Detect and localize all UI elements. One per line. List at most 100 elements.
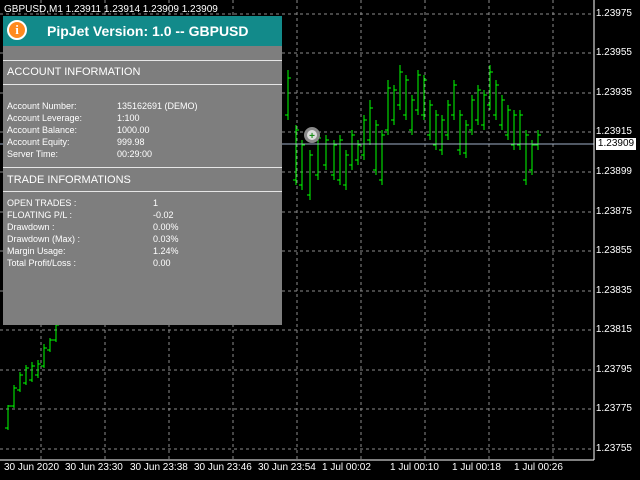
ohlc-bar <box>373 120 379 175</box>
info-value: 00:29:00 <box>117 149 153 159</box>
ohlc-bar <box>307 150 313 200</box>
trade-section-title: TRADE INFORMATIONS <box>7 174 131 186</box>
info-row: Drawdown : 0.00% <box>7 222 277 234</box>
ohlc-bar <box>349 130 355 170</box>
info-value: 999.98 <box>117 137 145 147</box>
ohlc-bar <box>343 150 349 190</box>
info-row: Total Profit/Loss : 0.00 <box>7 258 277 270</box>
panel-title: PipJet Version: 1.0 -- GBPUSD <box>47 23 249 39</box>
ohlc-bar <box>427 100 433 140</box>
ohlc-bar <box>29 362 35 382</box>
time-axis-label: 30 Jun 23:54 <box>258 462 316 473</box>
price-axis-label: 1.23935 <box>595 87 632 98</box>
info-label: Account Balance: <box>7 125 78 135</box>
ohlc-bar <box>361 115 367 160</box>
ohlc-bar <box>421 75 427 120</box>
info-value: 0.00% <box>153 222 179 232</box>
ohlc-bar <box>445 100 451 140</box>
ohlc-bar <box>499 95 505 130</box>
ohlc-bar <box>439 115 445 155</box>
ohlc-bar <box>47 338 53 352</box>
info-row: Account Balance: 1000.00 <box>7 125 277 137</box>
ohlc-bar <box>385 80 391 135</box>
ohlc-bar <box>379 130 385 185</box>
time-axis-label: 1 Jul 00:10 <box>390 462 439 473</box>
info-value: 0.03% <box>153 234 179 244</box>
ohlc-bar <box>409 95 415 135</box>
info-row: OPEN TRADES : 1 <box>7 198 277 210</box>
price-axis-label: 1.23899 <box>595 166 632 177</box>
divider <box>3 60 282 61</box>
ohlc-bar <box>5 405 11 430</box>
info-logo-icon: i <box>7 20 27 40</box>
ohlc-bar <box>481 90 487 130</box>
ohlc-bar <box>403 75 409 120</box>
ohlc-bar <box>11 385 17 408</box>
info-row: FLOATING P/L : -0.02 <box>7 210 277 222</box>
ohlc-bar <box>493 80 499 120</box>
info-label: Drawdown (Max) : <box>7 234 81 244</box>
info-label: Account Equity: <box>7 137 70 147</box>
info-label: Total Profit/Loss : <box>7 258 77 268</box>
ohlc-bar <box>17 372 23 392</box>
info-value: 0.00 <box>153 258 171 268</box>
ohlc-bar <box>299 140 305 190</box>
time-axis-label: 1 Jul 00:02 <box>322 462 371 473</box>
ohlc-bar <box>451 80 457 120</box>
info-label: OPEN TRADES : <box>7 198 77 208</box>
svg-text:+: + <box>309 131 315 142</box>
info-row: Server Time: 00:29:00 <box>7 149 277 161</box>
ohlc-bar <box>505 105 511 140</box>
info-row: Account Equity: 999.98 <box>7 137 277 149</box>
time-axis-label: 30 Jun 23:46 <box>194 462 252 473</box>
ohlc-bar <box>35 360 41 378</box>
time-axis-label: 30 Jun 23:30 <box>65 462 123 473</box>
panel-header: i PipJet Version: 1.0 -- GBPUSD <box>3 16 282 46</box>
ohlc-bar <box>391 85 397 125</box>
info-label: Server Time: <box>7 149 59 159</box>
ohlc-bar <box>463 120 469 158</box>
ohlc-bar <box>331 140 337 180</box>
price-axis-label: 1.23855 <box>595 245 632 256</box>
ohlc-bar <box>523 130 529 185</box>
info-panel: i PipJet Version: 1.0 -- GBPUSD ACCOUNT … <box>3 16 282 325</box>
info-value: -0.02 <box>153 210 174 220</box>
ohlc-bar <box>53 322 59 342</box>
price-axis-label: 1.23835 <box>595 285 632 296</box>
time-axis-label: 30 Jun 23:38 <box>130 462 188 473</box>
info-row: Account Number: 135162691 (DEMO) <box>7 101 277 113</box>
price-axis-label: 1.23955 <box>595 47 632 58</box>
info-value: 1 <box>153 198 159 208</box>
ohlc-bar <box>323 135 329 170</box>
divider <box>3 167 282 168</box>
ohlc-bar <box>23 365 29 385</box>
info-value: 1:100 <box>117 113 140 123</box>
price-axis-label: 1.23915 <box>595 126 632 137</box>
ohlc-bar <box>487 65 493 110</box>
ohlc-bar <box>529 140 535 175</box>
ohlc-bar <box>469 95 475 135</box>
price-axis-label: 1.23875 <box>595 206 632 217</box>
info-label: Account Number: <box>7 101 77 111</box>
info-label: Drawdown : <box>7 222 55 232</box>
ohlc-bar <box>293 125 299 185</box>
info-value: 135162691 (DEMO) <box>117 101 198 111</box>
time-axis-label: 30 Jun 2020 <box>4 462 60 473</box>
info-label: Account Leverage: <box>7 113 83 123</box>
ohlc-bar <box>475 85 481 125</box>
account-section-title: ACCOUNT INFORMATION <box>7 66 141 78</box>
symbol-title: GBPUSD,M1 1.23911 1.23914 1.23909 1.2390… <box>4 4 218 15</box>
info-value: 1000.00 <box>117 125 150 135</box>
ohlc-bar <box>41 344 47 368</box>
ohlc-bar <box>397 65 403 110</box>
divider <box>3 84 282 85</box>
info-row: Margin Usage: 1.24% <box>7 246 277 258</box>
price-axis-label: 1.23775 <box>595 403 632 414</box>
divider <box>3 191 282 192</box>
info-row: Account Leverage: 1:100 <box>7 113 277 125</box>
info-label: FLOATING P/L : <box>7 210 73 220</box>
info-label: Margin Usage: <box>7 246 66 256</box>
info-value: 1.24% <box>153 246 179 256</box>
trade-marker: + <box>304 127 320 143</box>
price-axis-label: 1.23815 <box>595 324 632 335</box>
